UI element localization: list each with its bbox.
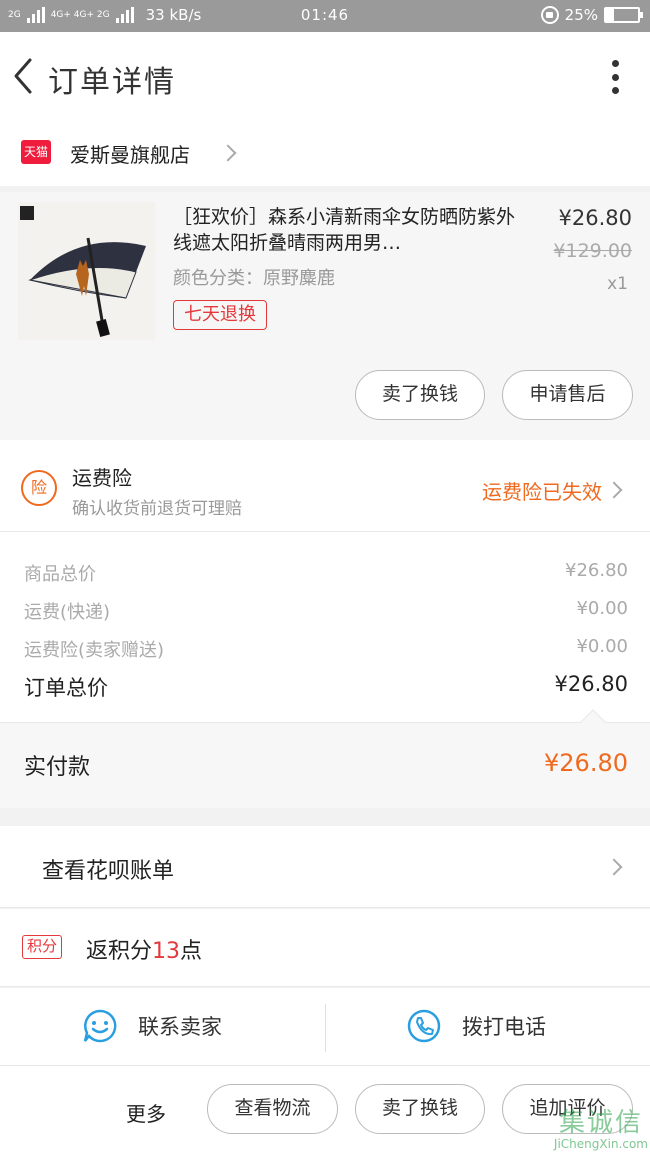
product-item[interactable]: ［狂欢价］森系小清新雨伞女防晒防紫外线遮太阳折叠晴雨两用男… 颜色分类：原野麋鹿… xyxy=(0,192,650,440)
watermark-text: 集诚信 xyxy=(558,1108,643,1138)
actual-payment-value: ¥26.80 xyxy=(544,749,628,777)
chevron-right-icon xyxy=(605,481,623,499)
points-suffix: 点 xyxy=(180,939,203,964)
rotation-lock-icon xyxy=(540,6,559,24)
order-total-value: ¥26.80 xyxy=(554,672,628,696)
sell-for-cash-button[interactable]: 卖了换钱 xyxy=(355,370,485,420)
insurance-status: 运费险已失效 xyxy=(482,480,602,504)
top-nav-bar: 订单详情 xyxy=(0,32,650,120)
tmall-logo-icon: 天猫 xyxy=(21,140,51,164)
contact-row: 联系卖家 拨打电话 xyxy=(0,988,650,1066)
price-row-total: 订单总价 ¥26.80 xyxy=(24,672,628,702)
points-badge: 积分 xyxy=(22,935,63,959)
shop-name: 爱斯曼旗舰店 xyxy=(70,143,190,167)
price-row-shipping: 运费(快递) ¥0.00 xyxy=(24,598,628,624)
umbrella-product-image xyxy=(18,202,155,340)
contact-seller-label: 联系卖家 xyxy=(138,1015,222,1039)
huabei-bill-row[interactable]: 查看花呗账单 xyxy=(0,826,650,908)
dot xyxy=(611,60,619,67)
product-variant: 颜色分类：原野麋鹿 xyxy=(173,268,335,289)
dot xyxy=(611,87,619,94)
product-price: ¥26.80 xyxy=(558,206,632,230)
chevron-left-icon xyxy=(14,58,32,94)
call-phone-button[interactable]: 拨打电话 xyxy=(406,1008,546,1044)
price-value: ¥26.80 xyxy=(565,560,628,581)
insurance-title: 运费险 xyxy=(72,466,132,490)
points-text: 返积分13点 xyxy=(86,933,202,965)
more-actions-button[interactable]: 更多 xyxy=(126,1098,166,1127)
after-sales-button[interactable]: 申请售后 xyxy=(502,370,633,420)
status-bar: 2G 4G+ 4G+ 2G 33 kB/s 01:46 25% xyxy=(0,0,650,32)
battery-percent: 25% xyxy=(564,6,598,24)
product-quantity: x1 xyxy=(607,274,628,294)
sell-for-cash-footer-button[interactable]: 卖了换钱 xyxy=(355,1084,485,1134)
price-summary: 商品总价 ¥26.80 运费(快递) ¥0.00 运费险(卖家赠送) ¥0.00… xyxy=(0,532,650,722)
freight-insurance-row[interactable]: 险 运费险 确认收货前退货可理赔 运费险已失效 xyxy=(0,440,650,532)
more-options-button[interactable] xyxy=(610,60,620,94)
shop-row[interactable]: 天猫 爱斯曼旗舰店 xyxy=(0,120,650,186)
price-label: 运费(快递) xyxy=(24,602,111,623)
page-title: 订单详情 xyxy=(48,65,176,100)
bottom-action-bar: 更多 查看物流 卖了换钱 追加评价 集诚信 JiChengXin.com xyxy=(0,1066,650,1155)
price-row-goods: 商品总价 ¥26.80 xyxy=(24,560,628,586)
points-prefix: 返积分 xyxy=(86,939,153,964)
price-label: 商品总价 xyxy=(24,564,96,585)
chat-smiley-icon xyxy=(83,1009,117,1043)
status-right: 25% xyxy=(540,6,643,24)
back-button[interactable] xyxy=(8,56,40,96)
product-image[interactable] xyxy=(18,202,155,340)
chevron-right-icon xyxy=(219,144,237,162)
divider xyxy=(325,1004,326,1052)
watermark-logo: 集诚信 JiChengXin.com xyxy=(554,1109,648,1151)
insurance-subtitle: 确认收货前退货可理赔 xyxy=(72,499,242,519)
order-total-label: 订单总价 xyxy=(24,676,108,700)
battery-level xyxy=(606,9,614,21)
price-value: ¥0.00 xyxy=(576,636,628,657)
huabei-bill-label: 查看花呗账单 xyxy=(42,859,175,884)
product-original-price: ¥129.00 xyxy=(553,240,632,262)
phone-icon xyxy=(407,1009,441,1043)
call-phone-label: 拨打电话 xyxy=(462,1015,546,1039)
battery-icon xyxy=(604,7,643,23)
contact-seller-button[interactable]: 联系卖家 xyxy=(82,1008,222,1044)
chevron-right-icon xyxy=(605,858,623,876)
actual-payment-label: 实付款 xyxy=(24,755,91,780)
price-row-insurance: 运费险(卖家赠送) ¥0.00 xyxy=(24,636,628,662)
product-title[interactable]: ［狂欢价］森系小清新雨伞女防晒防紫外线遮太阳折叠晴雨两用男… xyxy=(173,204,521,256)
price-value: ¥0.00 xyxy=(576,598,628,619)
insurance-icon: 险 xyxy=(21,470,57,506)
points-number: 13 xyxy=(152,939,181,964)
actual-payment-row: 实付款 ¥26.80 xyxy=(0,709,650,808)
view-logistics-button[interactable]: 查看物流 xyxy=(207,1084,338,1134)
return-policy-tag: 七天退换 xyxy=(173,300,267,330)
dot xyxy=(611,73,619,81)
points-row: 积分 返积分13点 xyxy=(0,909,650,987)
watermark-url: JiChengXin.com xyxy=(553,1137,648,1151)
price-label: 运费险(卖家赠送) xyxy=(24,640,165,661)
